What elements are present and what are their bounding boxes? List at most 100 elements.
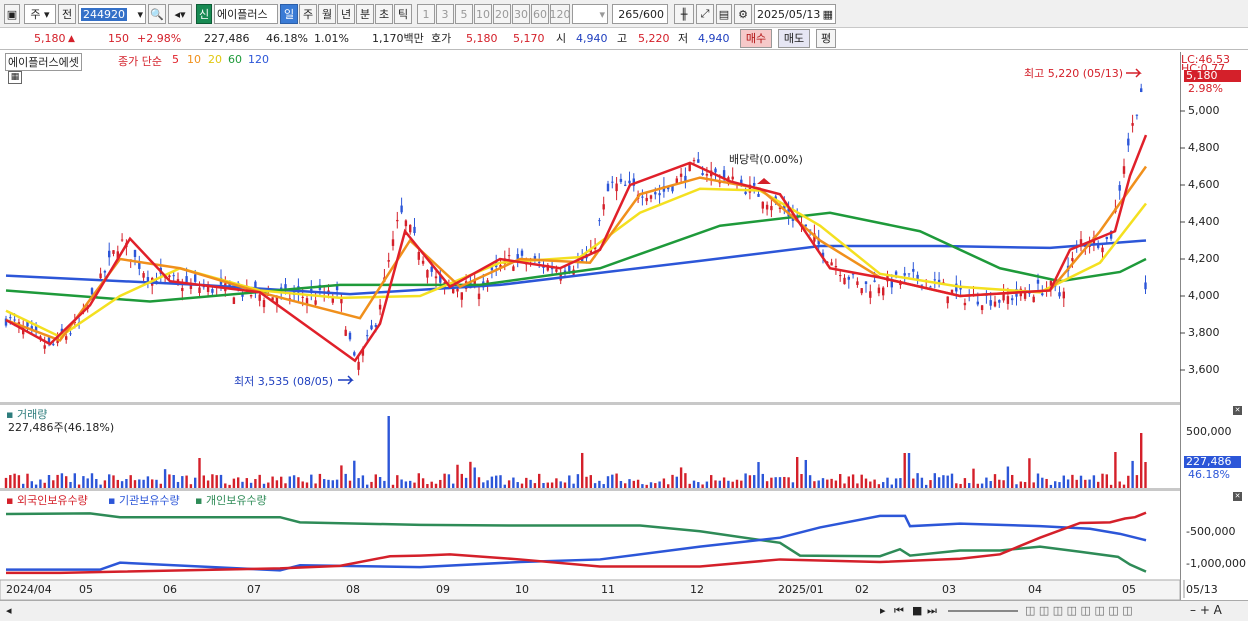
volume-bar	[331, 480, 334, 488]
candle-body	[194, 274, 197, 282]
candle-body	[894, 271, 898, 275]
volume-bar	[1011, 474, 1014, 488]
candle-body	[1041, 293, 1044, 296]
volume-bar	[684, 473, 687, 488]
volume-bar	[1118, 481, 1121, 488]
scroll-left-icon[interactable]: ◂	[6, 604, 12, 617]
candle-body	[697, 159, 700, 163]
volume-bar	[735, 479, 739, 488]
volume-bar	[679, 467, 683, 488]
volume-bar	[439, 479, 442, 488]
candle-body	[989, 300, 992, 306]
volume-bar	[671, 474, 674, 488]
candle-body	[714, 168, 717, 173]
volume-bar	[1140, 433, 1143, 488]
volume-bar	[727, 480, 730, 488]
volume-bar	[112, 475, 115, 488]
candle-body	[920, 284, 924, 286]
volume-bar	[963, 478, 967, 488]
zoom-slider[interactable]	[948, 607, 1018, 612]
volume-bar	[1092, 475, 1096, 488]
volume-bar	[56, 474, 59, 488]
volume-bar	[796, 457, 799, 488]
volume-bar	[133, 480, 137, 488]
volume-bar	[697, 482, 700, 488]
volume-bar	[215, 475, 218, 488]
volume-bar	[933, 473, 936, 488]
candle-body	[1062, 291, 1065, 299]
candle-body	[1135, 114, 1139, 116]
volume-bar	[421, 478, 425, 488]
volume-bar	[658, 481, 661, 488]
volume-bar	[998, 479, 1001, 488]
volume-bar	[955, 483, 958, 488]
forward-icon[interactable]: ⏭	[927, 604, 937, 618]
candle-body	[43, 345, 46, 349]
volume-bar	[1032, 482, 1035, 488]
volume-bar	[761, 473, 764, 488]
rewind-icon[interactable]: ⏮	[894, 604, 904, 618]
candle-body	[142, 273, 145, 278]
candle-body	[1127, 138, 1130, 146]
volume-bar	[714, 480, 717, 488]
close-icon[interactable]: ✕	[1233, 492, 1242, 501]
volume-bar	[383, 480, 386, 488]
volume-bar	[770, 477, 773, 488]
x-axis-label: 09	[436, 583, 450, 596]
stop-icon[interactable]: ■	[912, 604, 922, 617]
volume-bar	[103, 480, 107, 488]
volume-bar	[473, 467, 476, 488]
candle-body	[847, 276, 850, 280]
volume-bar	[452, 483, 455, 488]
volume-bar	[731, 481, 734, 488]
candle-body	[357, 361, 360, 370]
candle-body	[929, 286, 932, 288]
last-price-tag: 5,180	[1184, 70, 1241, 82]
volume-bar	[667, 484, 670, 488]
layout-icons[interactable]: ◫ ◫ ◫ ◫ ◫ ◫ ◫ ◫	[1025, 604, 1133, 617]
close-icon[interactable]: ✕	[1233, 406, 1242, 415]
volume-bar	[120, 481, 124, 488]
volume-bar	[73, 473, 76, 488]
candle-body	[645, 197, 648, 202]
volume-bar	[181, 476, 184, 488]
volume-bar	[1071, 474, 1074, 488]
volume-bar	[151, 479, 154, 488]
volume-bar	[968, 483, 971, 488]
ma-5-label: 5	[172, 53, 179, 66]
candle-body	[615, 183, 618, 192]
x-axis-label: 05	[79, 583, 93, 596]
volume-bar	[899, 478, 902, 488]
volume-bar	[211, 474, 214, 488]
volume-bar	[22, 483, 25, 488]
volume-bar	[1062, 475, 1065, 488]
volume-bar	[890, 484, 893, 488]
zoom-controls[interactable]: – + A	[1190, 603, 1222, 617]
volume-bar	[559, 481, 562, 488]
candle-body	[946, 296, 949, 304]
candle-body	[1101, 247, 1104, 253]
volume-bar	[34, 484, 38, 488]
play-icon[interactable]: ▸	[880, 604, 886, 617]
volume-bar	[443, 473, 446, 488]
volume-bar	[258, 474, 261, 488]
volume-bar	[572, 483, 575, 488]
volume-bar	[314, 483, 317, 488]
candle-body	[555, 269, 558, 272]
volume-bar	[778, 477, 782, 488]
volume-bar	[649, 482, 653, 488]
candle-body	[770, 205, 773, 211]
volume-bar	[1002, 480, 1005, 488]
candle-body	[980, 305, 984, 311]
volume-bar	[843, 483, 846, 488]
volume-bar	[692, 480, 696, 488]
candle-body	[753, 182, 756, 186]
volume-bar	[516, 482, 519, 488]
candle-body	[391, 239, 395, 246]
volume-bar	[241, 481, 244, 488]
candle-body	[598, 220, 601, 222]
volume-bar	[1135, 475, 1139, 488]
volume-bar	[950, 473, 954, 488]
volume-bar	[529, 479, 532, 488]
table-icon[interactable]: ▦	[8, 71, 22, 84]
